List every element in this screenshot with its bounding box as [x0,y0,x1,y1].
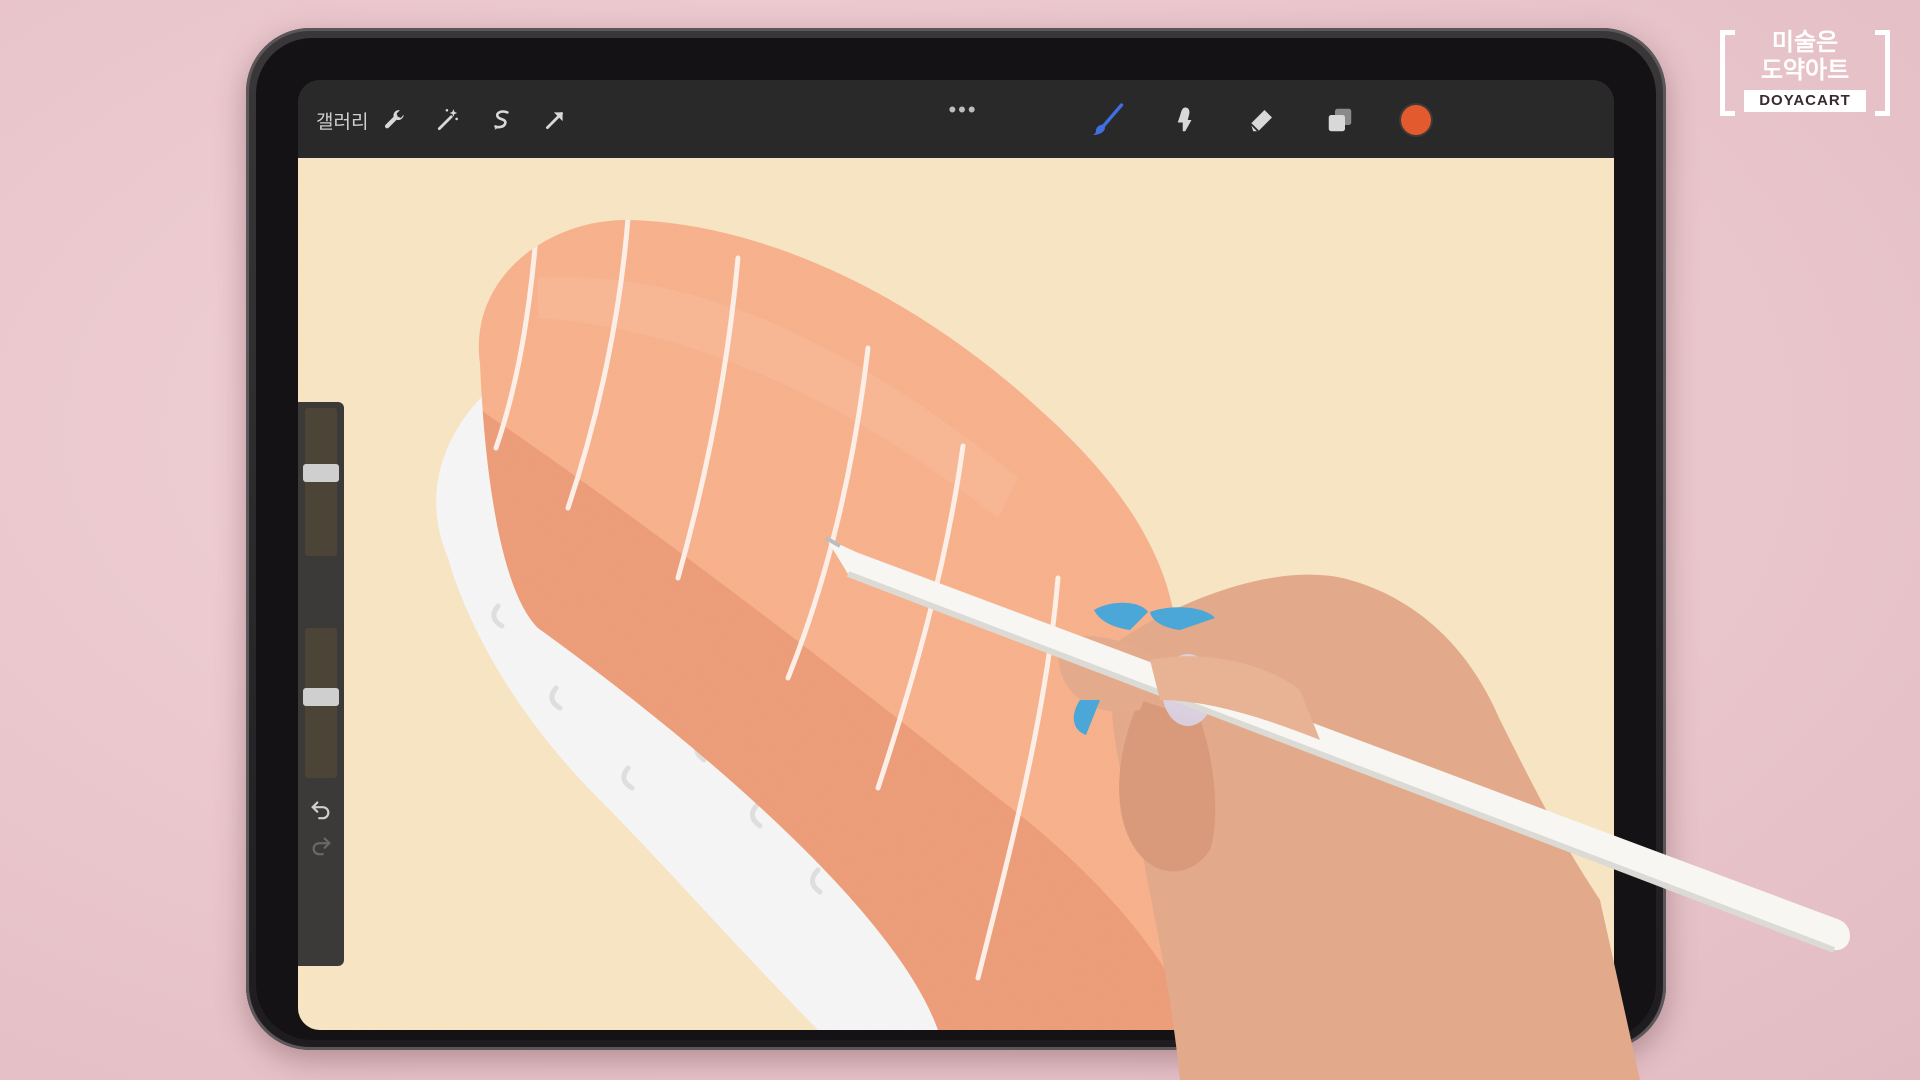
logo-line-2: 도약아트 [1760,56,1850,84]
more-options-button[interactable]: ••• [938,92,988,128]
opacity-handle[interactable] [303,688,339,706]
smudge-icon [1177,107,1192,132]
watermark-logo: 미술은 도약아트 DOYACART [1720,28,1890,118]
eraser-tool-button[interactable] [1244,102,1280,138]
color-picker-button[interactable] [1398,102,1434,138]
actions-button[interactable] [377,102,413,138]
gallery-button[interactable]: 갤러리 [316,102,368,138]
selection-button[interactable] [484,102,520,138]
ipad-device: 갤러리 ••• [246,28,1666,1050]
eraser-icon [1250,110,1272,132]
salmon-sushi-artwork [298,158,1614,1030]
redo-icon [312,837,331,856]
wrench-icon [385,110,404,129]
transform-arrow-icon [546,112,563,129]
procreate-screen: 갤러리 ••• [298,80,1614,1030]
smudge-tool-button[interactable] [1166,102,1202,138]
magic-wand-icon [437,108,458,131]
brush-size-handle[interactable] [303,464,339,482]
layers-button[interactable] [1322,102,1358,138]
transform-button[interactable] [537,102,573,138]
selection-icon [494,110,509,130]
left-sidebar [298,402,344,966]
adjustments-button[interactable] [430,102,466,138]
brush-size-slider[interactable] [305,408,337,556]
drawing-canvas[interactable] [298,158,1614,1030]
top-toolbar: 갤러리 ••• [298,80,1614,158]
current-color-swatch [1401,105,1431,135]
redo-button[interactable] [308,832,334,858]
brush-tool-button[interactable] [1090,102,1126,138]
brush-icon [1093,103,1124,135]
logo-line-1: 미술은 [1771,28,1839,56]
undo-button[interactable] [308,796,334,822]
undo-icon [311,801,330,820]
layers-icon [1328,108,1352,132]
paper-grain-texture [298,158,1614,1030]
logo-brand: DOYACART [1744,90,1866,112]
